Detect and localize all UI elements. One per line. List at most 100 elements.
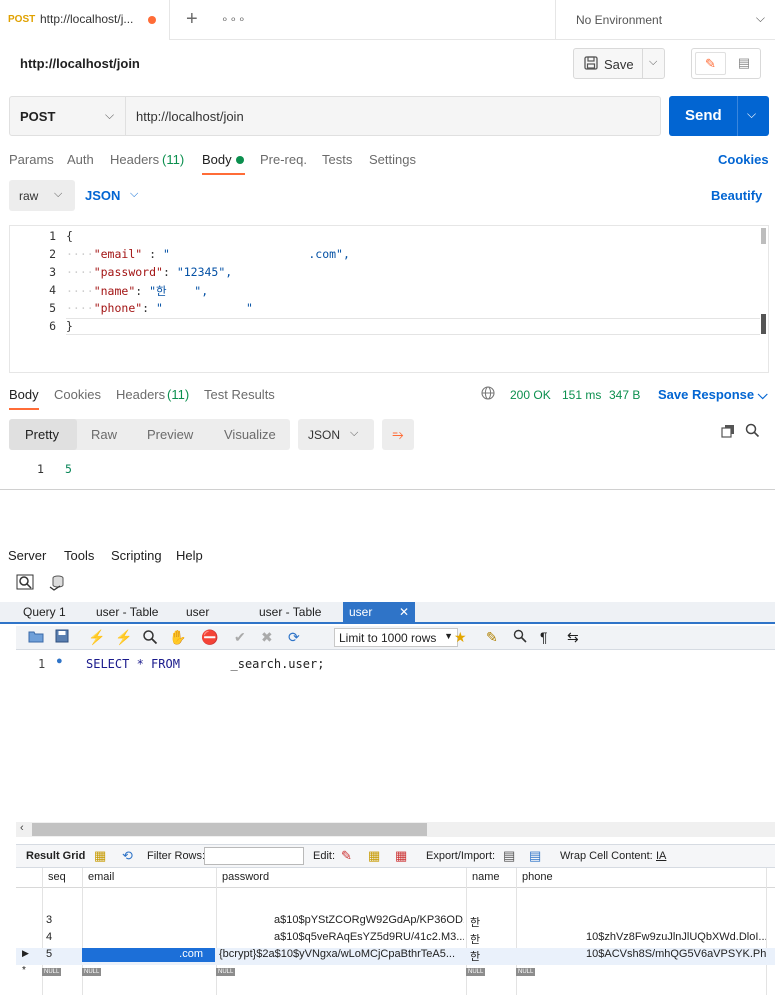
new-tab-button[interactable]: +	[186, 8, 198, 31]
more-tabs-icon[interactable]: ∘∘∘	[221, 12, 247, 26]
database-icon[interactable]	[48, 574, 66, 596]
chevron-down-icon[interactable]: ⌵	[747, 107, 756, 122]
cell-seq[interactable]: 3	[46, 914, 52, 926]
tab-test-results[interactable]: Test Results	[204, 387, 275, 402]
tab-user-active[interactable]: user ✕	[343, 602, 415, 624]
editor-scrollbar[interactable]	[761, 228, 766, 244]
tab-response-headers[interactable]: Headers	[116, 387, 165, 402]
add-row-icon[interactable]: ▦	[368, 848, 380, 864]
editor-horizontal-scrollbar[interactable]: ‹	[16, 822, 775, 837]
chevron-down-icon[interactable]: ⌵	[130, 188, 138, 201]
execute-current-icon[interactable]: ⚡	[115, 629, 132, 646]
result-grid-label[interactable]: Result Grid	[26, 850, 85, 862]
cell-seq[interactable]: 5	[46, 948, 52, 960]
scroll-left-icon[interactable]: ‹	[20, 822, 24, 834]
null-badge[interactable]: NULL	[516, 964, 536, 976]
response-time[interactable]: 151 ms	[562, 388, 601, 402]
url-input[interactable]: http://localhost/join	[136, 109, 244, 124]
cell-password[interactable]: a$10$pYStZCORgW92GdAp/KP36OD...	[274, 914, 464, 926]
autocommit-icon[interactable]: ⟳	[288, 629, 300, 646]
refresh-icon[interactable]: ⟲	[122, 848, 133, 864]
chevron-down-icon[interactable]: ⌵	[105, 108, 114, 123]
search-icon[interactable]	[745, 423, 760, 441]
status-code[interactable]: 200 OK	[510, 388, 551, 402]
tab-params[interactable]: Params	[9, 152, 54, 167]
menu-tools[interactable]: Tools	[64, 548, 94, 563]
wrap-icon[interactable]: ⇆	[567, 629, 579, 646]
null-badge[interactable]: NULL	[82, 964, 102, 976]
save-icon[interactable]	[55, 629, 69, 646]
open-folder-icon[interactable]	[28, 629, 44, 646]
column-phone[interactable]: phone	[522, 871, 553, 883]
sql-editor[interactable]: 1 ● SELECT * FROM _search.user;	[16, 652, 775, 822]
null-badge[interactable]: NULL	[42, 964, 62, 976]
response-size[interactable]: 347 B	[609, 388, 640, 402]
menu-help[interactable]: Help	[176, 548, 203, 563]
null-badge[interactable]: NULL	[216, 964, 236, 976]
toggle-error-icon[interactable]: ⛔	[201, 629, 218, 646]
cell-password[interactable]: a$10$q5veRAqEsYZ5d9RU/41c2.M3...	[274, 931, 464, 943]
view-pretty[interactable]: Pretty	[25, 427, 59, 442]
tab-response-body[interactable]: Body	[9, 387, 39, 402]
stop-icon[interactable]: ✋	[169, 629, 186, 646]
edit-pencil-icon[interactable]: ✎	[695, 52, 726, 75]
export-icon[interactable]: ▤	[503, 848, 515, 864]
cell-name[interactable]: 한	[470, 931, 480, 947]
save-response-button[interactable]: Save Response ⌵	[658, 387, 768, 403]
cell-phone[interactable]: 10$zhVz8Fw9zuJlnJlUQbXWd.DloI...	[586, 931, 766, 943]
null-badge[interactable]: NULL	[466, 964, 486, 976]
chevron-down-icon[interactable]: ⌵	[649, 56, 657, 69]
tab-user[interactable]: user	[186, 605, 209, 619]
menu-server[interactable]: Server	[8, 548, 46, 563]
edit-cell-icon[interactable]: ✎	[341, 848, 352, 864]
rollback-icon[interactable]: ✖	[261, 629, 273, 646]
column-name[interactable]: name	[472, 871, 500, 883]
scroll-thumb[interactable]	[32, 823, 427, 836]
method-select[interactable]: POST	[20, 109, 55, 124]
commit-icon[interactable]: ✔	[234, 629, 246, 646]
grid-icon[interactable]: ▦	[94, 848, 106, 864]
delete-row-icon[interactable]: ▦	[395, 848, 407, 864]
body-mode-select[interactable]: raw ⌵	[9, 180, 75, 211]
cell-seq[interactable]: 4	[46, 931, 52, 943]
add-snippet-icon[interactable]: ★	[454, 629, 467, 646]
beautify-link[interactable]: Beautify	[711, 188, 762, 203]
cell-password[interactable]: {bcrypt}$2a$10$yVNgxa/wLoMCjCpaBthrTeA5.…	[219, 948, 464, 960]
globe-icon[interactable]	[481, 386, 495, 403]
cell-name[interactable]: 한	[470, 914, 480, 930]
environment-selector[interactable]: No Environment ⌵	[555, 0, 775, 40]
request-tab[interactable]: POST http://localhost/j...	[0, 0, 170, 40]
save-button[interactable]: Save ⌵	[573, 48, 665, 79]
import-icon[interactable]: ▤	[529, 848, 541, 864]
send-button[interactable]: Send ⌵	[669, 96, 769, 136]
view-preview[interactable]: Preview	[147, 427, 193, 442]
view-raw[interactable]: Raw	[91, 427, 117, 442]
body-format-select[interactable]: JSON	[85, 188, 120, 203]
request-body-editor[interactable]: 1 2 3 4 5 6 { ····"email" : " .com", ···…	[9, 225, 769, 373]
explain-icon[interactable]	[142, 629, 158, 648]
tab-headers[interactable]: Headers	[110, 152, 159, 167]
tab-prereq[interactable]: Pre-req.	[260, 152, 307, 167]
tab-user-table[interactable]: user - Table	[96, 605, 158, 619]
inspector-icon[interactable]	[16, 574, 34, 594]
tab-query-1[interactable]: Query 1	[23, 605, 66, 619]
cell-phone[interactable]: 10$ACVsh8S/mhQG5V6aVPSYK.Ph...	[586, 948, 766, 960]
limit-rows-select[interactable]: Limit to 1000 rows ▼	[334, 628, 458, 647]
view-visualize[interactable]: Visualize	[224, 427, 276, 442]
cookies-link[interactable]: Cookies	[718, 152, 769, 167]
close-icon[interactable]: ✕	[399, 605, 409, 619]
filter-rows-input[interactable]	[204, 847, 304, 865]
execute-icon[interactable]: ⚡	[88, 629, 105, 646]
response-format-select[interactable]: JSON ⌵	[298, 419, 374, 450]
menu-scripting[interactable]: Scripting	[111, 548, 162, 563]
invisible-chars-icon[interactable]: ¶	[540, 629, 548, 645]
tab-response-cookies[interactable]: Cookies	[54, 387, 101, 402]
column-email[interactable]: email	[88, 871, 114, 883]
cell-email-selected[interactable]: .com	[82, 948, 215, 962]
wrap-lines-icon[interactable]: ⥱	[382, 419, 414, 450]
beautify-icon[interactable]: ✎	[486, 629, 498, 646]
find-icon[interactable]	[513, 629, 527, 646]
tab-auth[interactable]: Auth	[67, 152, 94, 167]
tab-user-table-2[interactable]: user - Table	[259, 605, 321, 619]
tab-tests[interactable]: Tests	[322, 152, 352, 167]
